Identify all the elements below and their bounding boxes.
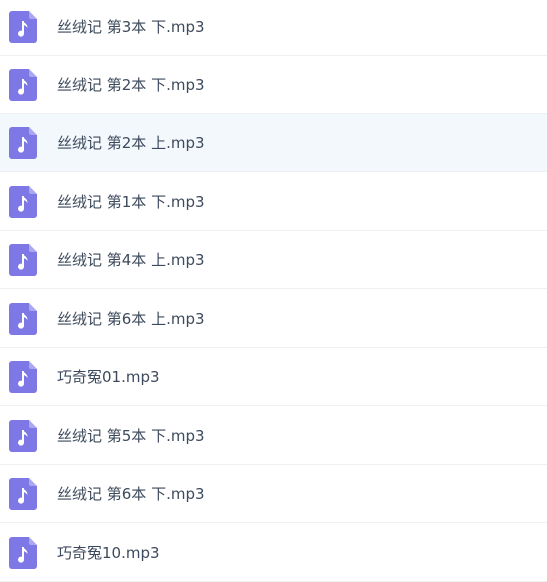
music-file-icon	[9, 478, 37, 510]
file-name: 丝绒记 第6本 上.mp3	[57, 310, 205, 328]
music-file-icon	[9, 69, 37, 101]
file-name: 丝绒记 第1本 下.mp3	[57, 193, 205, 211]
file-name: 丝绒记 第3本 下.mp3	[57, 18, 205, 36]
music-file-icon	[9, 11, 37, 43]
file-name: 巧奇冤01.mp3	[57, 368, 160, 386]
file-row[interactable]: 丝绒记 第6本 上.mp3	[0, 290, 547, 348]
music-file-icon	[9, 303, 37, 335]
music-file-icon	[9, 244, 37, 276]
file-row[interactable]: 丝绒记 第2本 上.mp3	[0, 114, 547, 172]
file-row[interactable]: 丝绒记 第4本 上.mp3	[0, 231, 547, 289]
file-list: 丝绒记 第3本 下.mp3 丝绒记 第2本 下.mp3 丝绒记 第2本 上.mp…	[0, 0, 547, 582]
music-file-icon	[9, 186, 37, 218]
music-file-icon	[9, 127, 37, 159]
file-row[interactable]: 丝绒记 第1本 下.mp3	[0, 173, 547, 231]
file-name: 丝绒记 第5本 下.mp3	[57, 427, 205, 445]
file-name: 丝绒记 第2本 下.mp3	[57, 76, 205, 94]
music-file-icon	[9, 537, 37, 569]
file-name: 巧奇冤10.mp3	[57, 544, 160, 562]
file-name: 丝绒记 第4本 上.mp3	[57, 251, 205, 269]
file-row[interactable]: 丝绒记 第2本 下.mp3	[0, 56, 547, 114]
file-row[interactable]: 丝绒记 第3本 下.mp3	[0, 0, 547, 56]
file-name: 丝绒记 第6本 下.mp3	[57, 485, 205, 503]
file-row[interactable]: 丝绒记 第5本 下.mp3	[0, 407, 547, 465]
music-file-icon	[9, 420, 37, 452]
file-row[interactable]: 巧奇冤01.mp3	[0, 348, 547, 406]
file-row[interactable]: 丝绒记 第6本 下.mp3	[0, 465, 547, 523]
music-file-icon	[9, 361, 37, 393]
file-row[interactable]: 巧奇冤10.mp3	[0, 524, 547, 582]
file-name: 丝绒记 第2本 上.mp3	[57, 134, 205, 152]
